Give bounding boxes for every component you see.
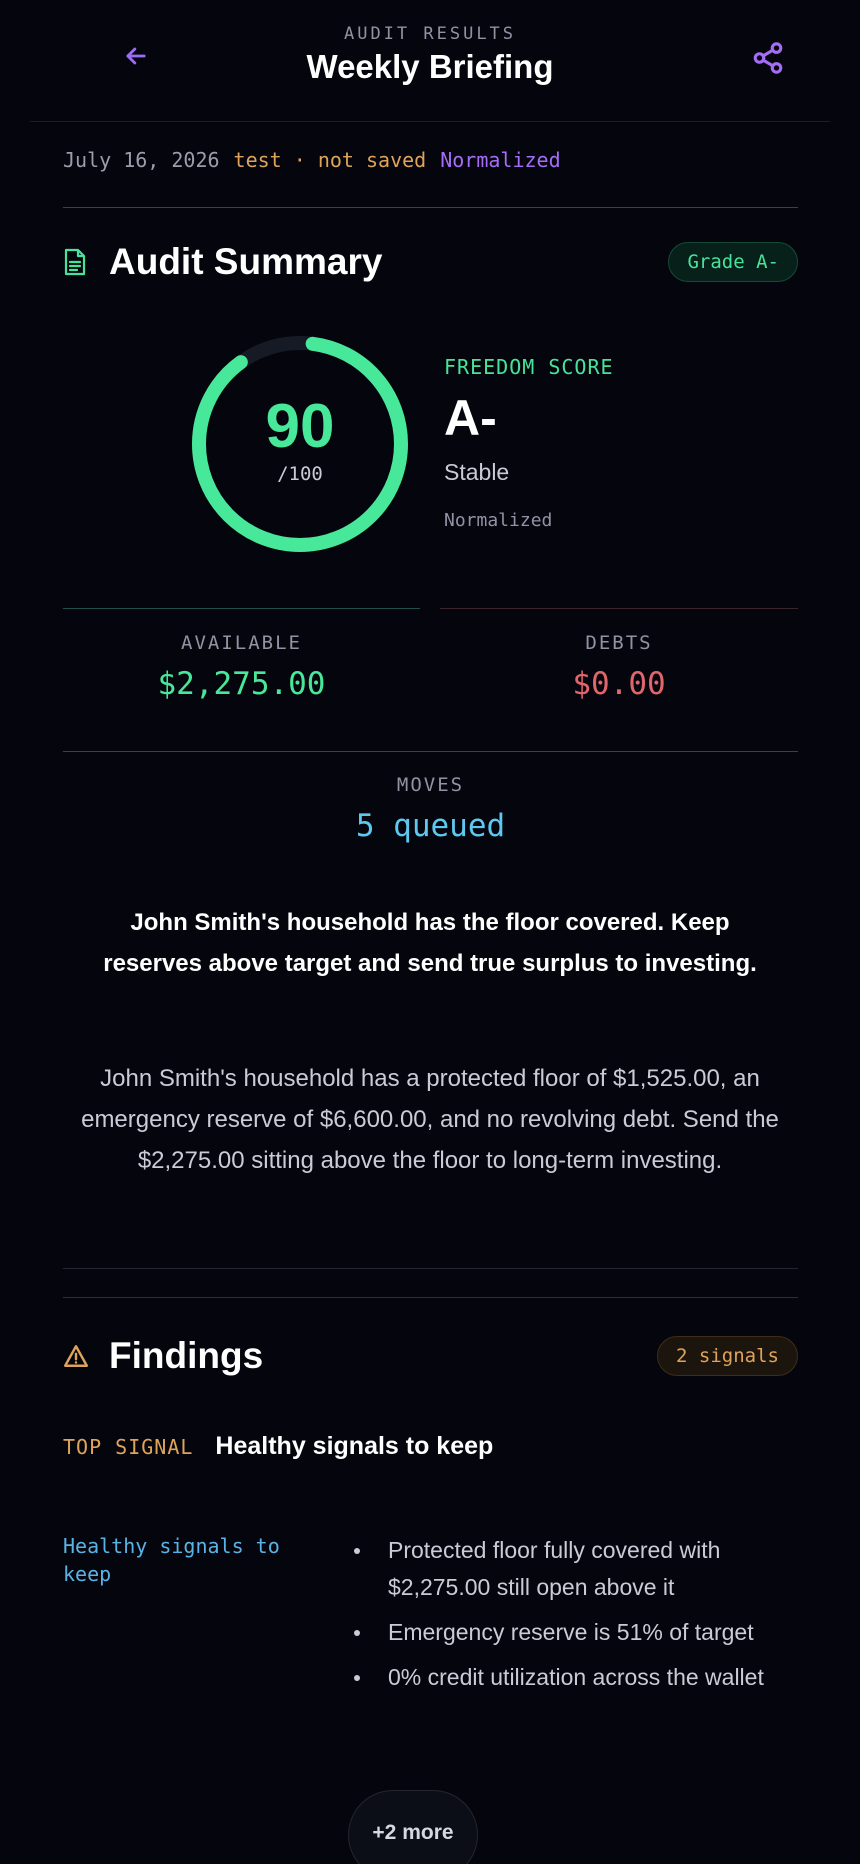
divider <box>63 207 798 208</box>
section-title: Audit Summary <box>109 241 383 282</box>
moves-label: MOVES <box>396 774 465 796</box>
findings-header: Findings 2 signals <box>63 1331 798 1381</box>
list-item: 0% credit utilization across the wallet <box>352 1659 792 1696</box>
debts-stat: DEBTS $0.00 <box>440 632 798 702</box>
moves-stat: MOVES 5 queued <box>63 774 798 844</box>
save-status: test · not saved <box>233 148 427 172</box>
share-button[interactable] <box>744 36 792 80</box>
mode-label: Normalized <box>440 148 561 172</box>
signal-group-title: Healthy signals to keep <box>63 1534 280 1586</box>
header-eyebrow: AUDIT RESULTS <box>343 24 517 44</box>
app-header: AUDIT RESULTS Weekly Briefing <box>30 0 830 122</box>
page-title: Weekly Briefing <box>306 48 554 85</box>
grade-badge: Grade A- <box>668 242 798 282</box>
score-mode: Normalized <box>444 510 553 531</box>
summary-body: John Smith's household has a protected f… <box>81 1065 779 1174</box>
top-signal: TOP SIGNAL Healthy signals to keep <box>63 1432 493 1461</box>
audit-meta: July 16, 2026 test · not saved Normalize… <box>63 148 798 172</box>
show-more-button[interactable]: +2 more <box>348 1790 478 1864</box>
signal-list: Protected floor fully covered with $2,27… <box>352 1532 792 1704</box>
available-stat: AVAILABLE $2,275.00 <box>63 632 420 702</box>
score-label: FREEDOM SCORE <box>444 355 614 379</box>
divider <box>63 1268 798 1269</box>
debts-value: $0.00 <box>572 666 666 702</box>
audit-summary-header: Audit Summary Grade A- <box>63 237 798 287</box>
share-icon <box>753 42 783 74</box>
stat-divider <box>63 608 420 609</box>
section-title: Findings <box>109 1335 264 1376</box>
signals-badge: 2 signals <box>657 1336 798 1376</box>
top-signal-label: TOP SIGNAL <box>63 1435 194 1459</box>
available-label: AVAILABLE <box>181 632 302 654</box>
warning-icon <box>63 1341 89 1371</box>
score-grade: A- <box>444 390 497 446</box>
available-value: $2,275.00 <box>157 666 326 702</box>
divider <box>63 751 798 752</box>
document-icon <box>63 247 89 277</box>
score-state: Stable <box>444 459 510 485</box>
score-value: 90 <box>265 392 335 461</box>
debts-label: DEBTS <box>585 632 653 654</box>
moves-value: 5 queued <box>355 808 506 844</box>
summary-headline: John Smith's household has the floor cov… <box>103 909 757 977</box>
audit-date: July 16, 2026 <box>63 148 220 172</box>
list-item: Emergency reserve is 51% of target <box>352 1614 792 1651</box>
divider <box>63 1297 798 1298</box>
stat-divider <box>440 608 798 609</box>
top-signal-text: Healthy signals to keep <box>215 1432 494 1460</box>
list-item: Protected floor fully covered with $2,27… <box>352 1532 792 1606</box>
score-max: /100 <box>277 463 323 485</box>
